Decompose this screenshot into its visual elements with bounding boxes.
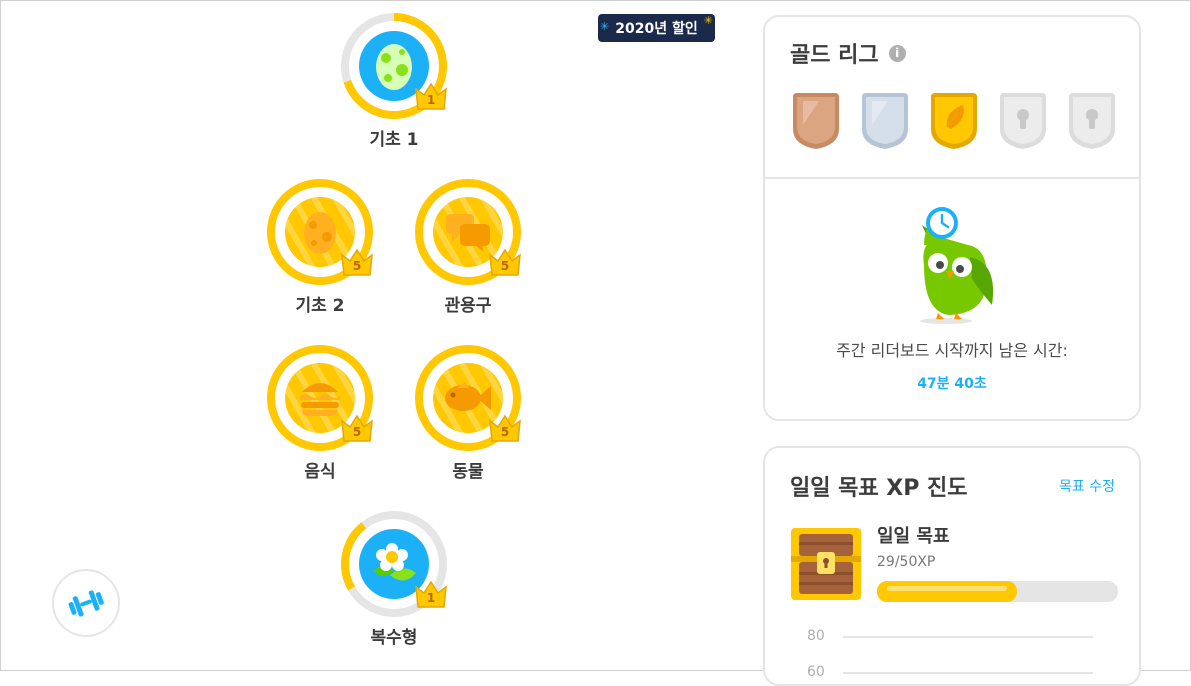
skill-food[interactable]: 5 음식 xyxy=(265,345,375,482)
skill-label: 복수형 xyxy=(370,628,418,648)
gold-league-badge-icon xyxy=(931,93,977,149)
crown-level: 1 xyxy=(426,591,436,605)
daily-goal-panel: 일일 목표 XP 진도 목표 수정 일일 목표 29/50XP 80 60 xyxy=(763,446,1141,686)
skill-progress-ring: 5 xyxy=(267,179,373,285)
daily-goal-label: 일일 목표 xyxy=(877,526,950,547)
skill-animals[interactable]: 5 동물 xyxy=(413,345,523,482)
treasure-chest-icon xyxy=(791,528,861,600)
crown-icon: 5 xyxy=(339,413,375,443)
crown-icon: 5 xyxy=(339,247,375,277)
skill-basics-1[interactable]: 1 기초 1 xyxy=(339,13,449,150)
countdown-label: 주간 리더보드 시작까지 남은 시간: xyxy=(836,341,1068,360)
crown-icon: 5 xyxy=(487,413,523,443)
league-title: 골드 리그 xyxy=(790,43,879,68)
skill-progress-ring: 1 xyxy=(341,511,447,617)
skill-basics-2[interactable]: 5 기초 2 xyxy=(265,179,375,316)
chart-tick-label: 80 xyxy=(807,628,825,644)
skill-progress-ring: 5 xyxy=(267,345,373,451)
crown-level: 5 xyxy=(500,425,510,439)
promo-label: 2020년 할인 xyxy=(615,21,698,37)
silver-league-badge-icon xyxy=(862,93,908,149)
league-panel: 골드 리그 i 주간 리더보드 시작까지 남은 시간: 47분 40초 xyxy=(763,15,1141,421)
daily-goal-xp: 29/50XP xyxy=(877,554,936,570)
league-badges xyxy=(789,91,1119,151)
info-icon[interactable]: i xyxy=(888,44,906,62)
skill-label: 동물 xyxy=(452,462,484,482)
skill-progress-ring: 5 xyxy=(415,345,521,451)
skill-label: 관용구 xyxy=(444,296,492,316)
skill-idioms[interactable]: 5 관용구 xyxy=(413,179,523,316)
skill-progress-ring: 5 xyxy=(415,179,521,285)
crown-level: 5 xyxy=(500,259,510,273)
daily-goal-progress-bar xyxy=(877,581,1118,602)
skill-label: 기초 1 xyxy=(369,130,419,150)
sparkle-icon: ✳ xyxy=(600,20,610,33)
crown-icon: 1 xyxy=(413,81,449,111)
practice-button[interactable] xyxy=(52,569,120,637)
skill-plurals[interactable]: 1 복수형 xyxy=(339,511,449,648)
crown-level: 1 xyxy=(426,93,436,107)
skill-progress-ring: 1 xyxy=(341,13,447,119)
edit-goal-link[interactable]: 목표 수정 xyxy=(1059,476,1115,496)
countdown-value: 47분 40초 xyxy=(917,376,987,392)
skill-label: 음식 xyxy=(304,462,336,482)
crown-icon: 5 xyxy=(487,247,523,277)
chart-gridline xyxy=(843,636,1093,638)
sparkle-icon: ✳ xyxy=(703,14,713,27)
daily-goal-title: 일일 목표 XP 진도 xyxy=(790,476,968,501)
promo-badge[interactable]: ✳ 2020년 할인 ✳ xyxy=(598,14,715,42)
owl-clock-icon xyxy=(920,207,994,324)
divider xyxy=(765,177,1139,179)
dumbbell-icon xyxy=(68,590,104,617)
locked-league-badge-icon xyxy=(1069,93,1115,149)
crown-icon: 1 xyxy=(413,579,449,609)
progress-shine xyxy=(887,586,1007,591)
league-header: 골드 리그 i xyxy=(790,37,906,69)
skill-label: 기초 2 xyxy=(295,296,345,316)
crown-level: 5 xyxy=(352,425,362,439)
bronze-league-badge-icon xyxy=(793,93,839,149)
locked-league-badge-icon xyxy=(1000,93,1046,149)
chart-tick-label: 60 xyxy=(807,664,825,680)
crown-level: 5 xyxy=(352,259,362,273)
progress-fill xyxy=(877,581,1017,602)
chart-gridline xyxy=(843,672,1093,674)
